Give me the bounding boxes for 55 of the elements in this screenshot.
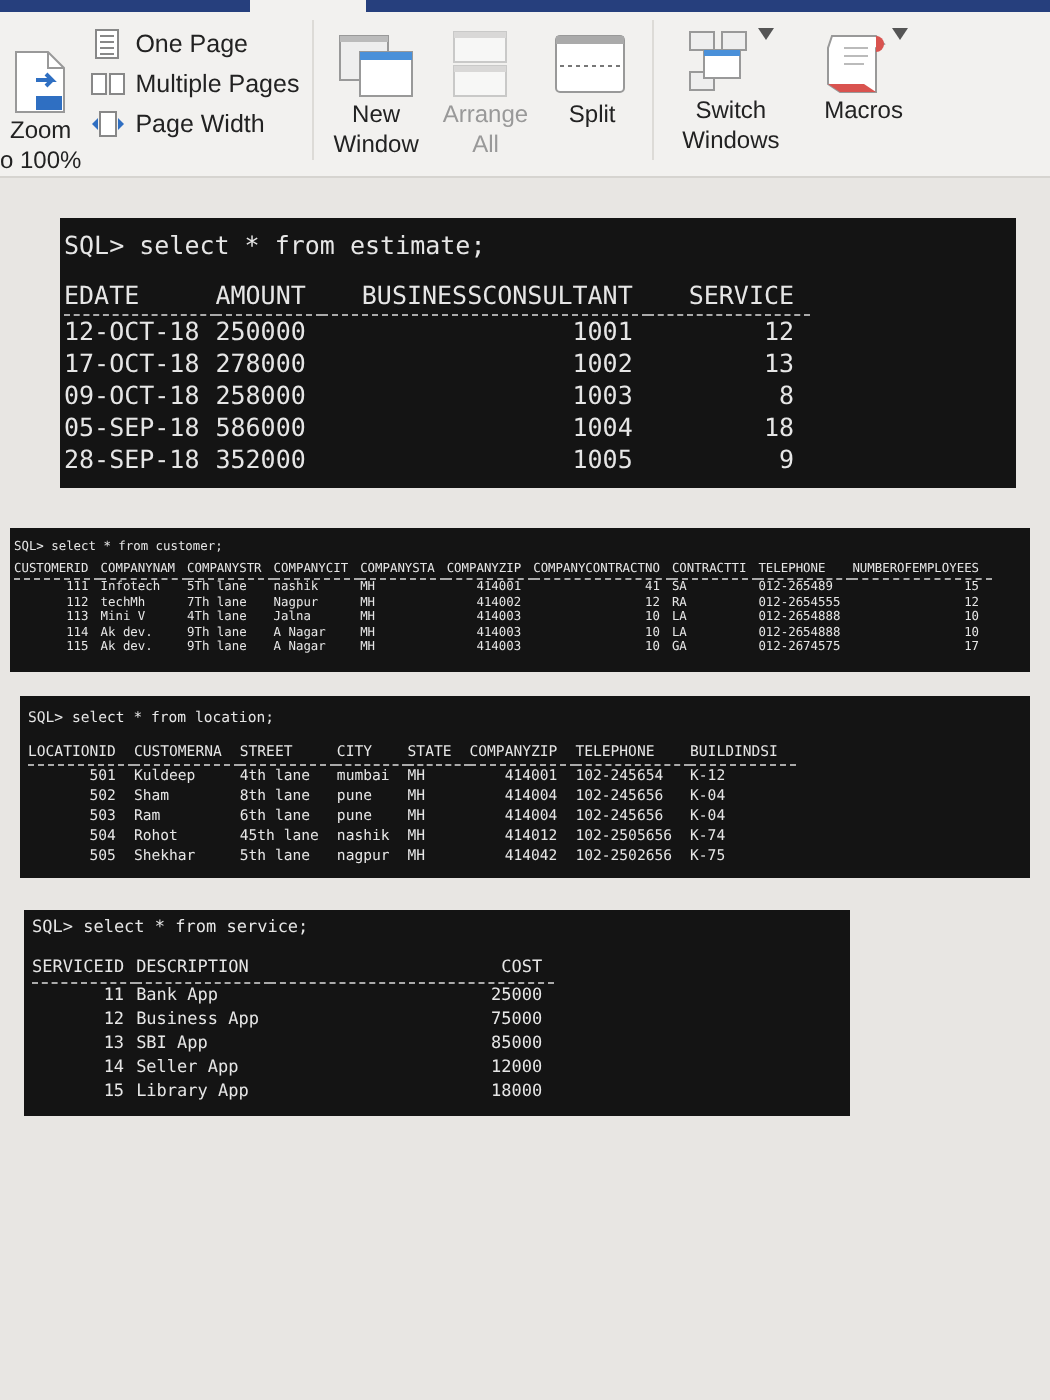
table-cell-text: 1005 bbox=[570, 444, 635, 476]
view-button[interactable]: One Page bbox=[89, 28, 300, 60]
two-pages-icon bbox=[89, 68, 126, 100]
table-cell-text: 12 bbox=[761, 316, 797, 348]
table-cell-text: 15 bbox=[101, 1079, 127, 1103]
table-cell-text: 9 bbox=[777, 444, 797, 476]
table-cell-text: 09-OCT-18 bbox=[64, 380, 202, 412]
table-cell-text: 11 bbox=[101, 983, 127, 1007]
column-header: SERVICEID bbox=[32, 957, 137, 983]
command-line: SQL> select * from service; bbox=[32, 917, 311, 937]
zoom-button[interactable]: Zoom o 100% bbox=[0, 20, 86, 176]
table-cell-text: 05-SEP-18 bbox=[64, 412, 202, 444]
table-cell-text: 28-SEP-18 bbox=[64, 444, 202, 476]
column-header: SERVICE bbox=[648, 280, 811, 316]
view-button[interactable]: Multiple Pages bbox=[89, 68, 300, 100]
table-cell-text: 1001 bbox=[570, 316, 635, 348]
table-cell-text: Library App bbox=[136, 1079, 251, 1103]
table-cell-text: 13 bbox=[101, 1031, 127, 1055]
table-cell-text: 12000 bbox=[488, 1055, 545, 1079]
table-cell-text: 18 bbox=[761, 412, 797, 444]
table-cell-text: 250000 bbox=[215, 316, 308, 348]
table-cell-text: SBI App bbox=[136, 1031, 210, 1055]
table-cell-text: 258000 bbox=[215, 380, 308, 412]
column-header: AMOUNT bbox=[215, 280, 322, 316]
column-header: BUSINESSCONSULTANT bbox=[321, 280, 649, 316]
table-cell-text: 13 bbox=[761, 348, 797, 380]
column-header: DESCRIPTION bbox=[136, 957, 271, 983]
table-cell-text: Seller App bbox=[136, 1055, 241, 1079]
column-header: EDATE bbox=[64, 280, 216, 316]
table-cell-text: 1003 bbox=[570, 380, 635, 412]
page-width-icon bbox=[89, 108, 126, 140]
ribbon-button[interactable]: New Window bbox=[325, 20, 427, 168]
ribbon-button[interactable]: Split bbox=[544, 20, 641, 138]
table-cell-text: 85000 bbox=[488, 1031, 545, 1055]
table-cell-text: 8 bbox=[777, 380, 797, 412]
page-icon bbox=[12, 48, 69, 116]
ribbon-button[interactable]: Switch Windows bbox=[666, 20, 796, 164]
table-cell-text: 352000 bbox=[215, 444, 308, 476]
table-cell-text: 12 bbox=[101, 1007, 127, 1031]
view-button[interactable]: Page Width bbox=[89, 108, 300, 140]
table-cell-text: 14 bbox=[101, 1055, 127, 1079]
column-header: COST bbox=[270, 957, 555, 983]
ribbon-button[interactable]: Macros bbox=[803, 20, 924, 134]
table-cell-text: Business App bbox=[136, 1007, 261, 1031]
table-cell-text: 586000 bbox=[215, 412, 308, 444]
table-cell-text: 25000 bbox=[488, 983, 545, 1007]
table-cell-text: 18000 bbox=[488, 1079, 545, 1103]
command-line: SQL> select * from estimate; bbox=[64, 230, 488, 260]
table-cell-text: Bank App bbox=[136, 983, 221, 1007]
table-cell-text: 17-OCT-18 bbox=[64, 348, 202, 380]
table-cell-text: 1004 bbox=[570, 412, 635, 444]
table-cell-text: 278000 bbox=[215, 348, 308, 380]
table-cell-text: 12-OCT-18 bbox=[64, 316, 202, 348]
table-cell-text: 1002 bbox=[570, 348, 635, 380]
table-cell-text: 75000 bbox=[488, 1007, 545, 1031]
